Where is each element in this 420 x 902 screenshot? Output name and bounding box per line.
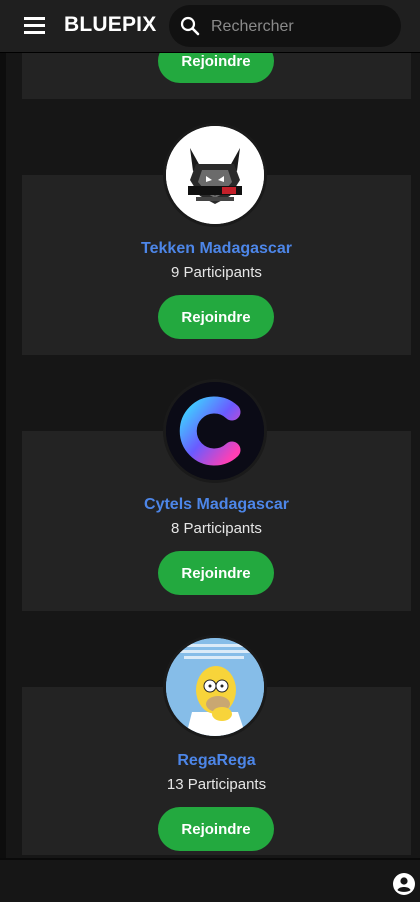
join-button[interactable]: Rejoindre: [158, 295, 274, 339]
search-icon[interactable]: [180, 16, 200, 36]
group-name-link[interactable]: Tekken Madagascar: [22, 240, 411, 258]
cartoon-thinking-avatar[interactable]: [163, 635, 267, 739]
search-input[interactable]: [209, 5, 398, 49]
join-button[interactable]: Rejoindre: [158, 807, 274, 851]
hamburger-menu-icon[interactable]: [24, 16, 46, 34]
bottom-bar: [0, 858, 420, 902]
gradient-c-logo-avatar[interactable]: [163, 379, 267, 483]
brand-logo-text[interactable]: BLUEPIX: [64, 13, 156, 37]
account-circle-icon[interactable]: [393, 873, 415, 895]
wolf-logo-avatar[interactable]: [163, 123, 267, 227]
group-name-link[interactable]: Cytels Madagascar: [22, 496, 411, 514]
participants-count: 9 Participants: [171, 264, 262, 281]
top-app-bar: BLUEPIX: [0, 0, 420, 52]
participants-count: 13 Participants: [166, 776, 267, 793]
participants-count: 8 Participants: [171, 520, 262, 537]
join-button[interactable]: Rejoindre: [158, 551, 274, 595]
left-edge-rail: [0, 0, 6, 900]
group-name-link[interactable]: RegaRega: [22, 752, 411, 770]
search-bar[interactable]: [169, 5, 401, 49]
